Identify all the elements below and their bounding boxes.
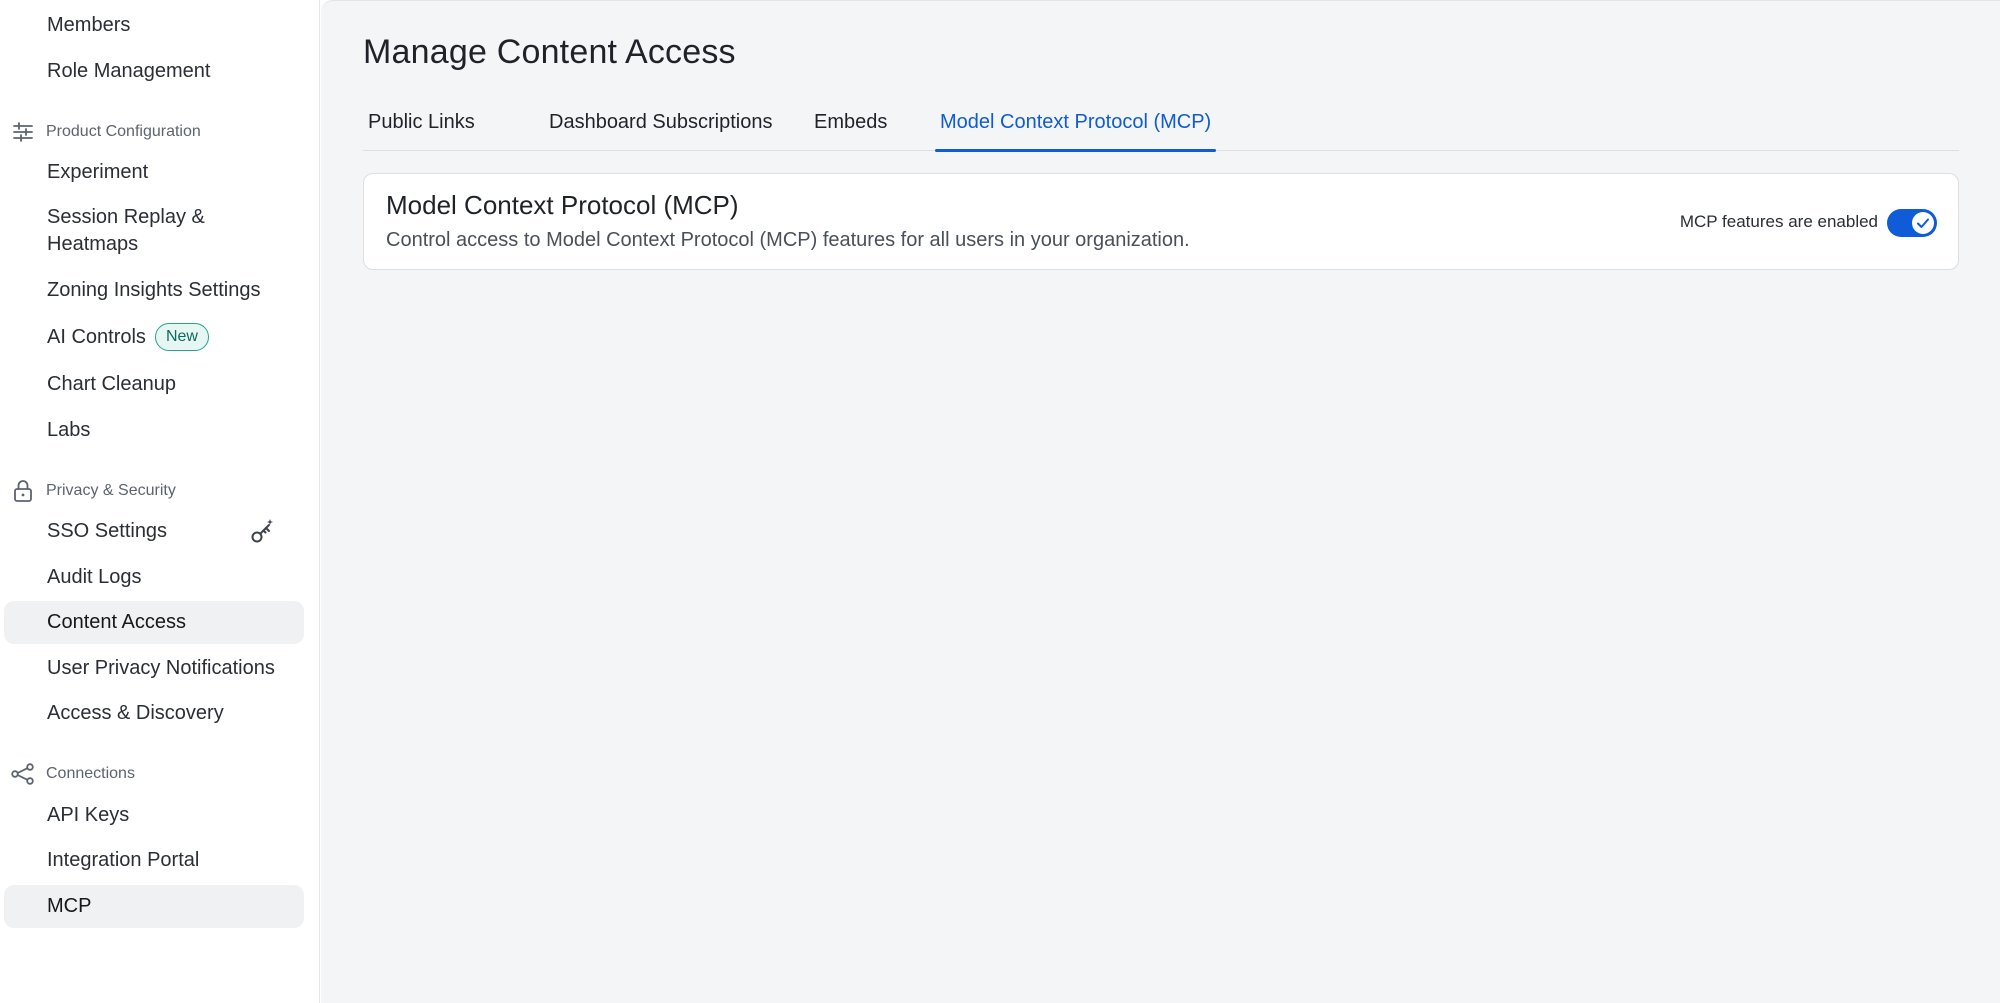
section-header-connections: Connections [0,760,300,788]
main-content: Manage Content Access Public Links Dashb… [321,0,2000,1003]
sidebar-item-label: Audit Logs [47,565,142,588]
sidebar-item-zoning-insights-settings[interactable]: Zoning Insights Settings [4,273,304,307]
sidebar-item-content-access[interactable]: Content Access [4,601,304,644]
sidebar-item-members[interactable]: Members [4,8,304,42]
card-title: Model Context Protocol (MCP) [386,190,739,220]
tab-model-context-protocol[interactable]: Model Context Protocol (MCP) [934,101,1217,152]
sidebar-item-label: Access & Discovery [47,701,224,724]
mcp-settings-card: Model Context Protocol (MCP) Control acc… [363,173,1959,270]
sidebar-item-label: Zoning Insights Settings [47,278,261,301]
new-badge: New [154,323,209,351]
sidebar: Members Role Management Product Configur… [0,0,320,1003]
sidebar-item-integration-portal[interactable]: Integration Portal [4,843,304,877]
sidebar-item-labs[interactable]: Labs [4,413,304,447]
sidebar-item-user-privacy-notifications[interactable]: User Privacy Notifications [4,651,304,685]
sidebar-item-label: SSO Settings [47,519,168,542]
sidebar-item-label: Experiment [47,160,149,183]
sidebar-item-label: Members [47,13,131,36]
lock-icon [0,479,46,503]
sliders-icon [0,122,46,142]
sidebar-item-ai-controls[interactable]: AI Controls New [4,320,304,354]
sidebar-item-label: AI Controls [47,325,146,348]
section-header-privacy-security: Privacy & Security [0,477,300,505]
section-title: Connections [46,765,135,782]
sidebar-item-session-replay-heatmaps[interactable]: Session Replay & Heatmaps [4,204,304,260]
tab-label: Public Links [368,111,475,133]
page-title: Manage Content Access [363,33,736,71]
tab-label: Dashboard Subscriptions [549,111,773,133]
sidebar-item-sso-settings[interactable]: SSO Settings [4,514,304,548]
sidebar-item-label: Role Management [47,59,211,82]
sidebar-item-audit-logs[interactable]: Audit Logs [4,560,304,594]
sidebar-item-mcp[interactable]: MCP [4,885,304,928]
tab-label: Embeds [814,111,888,133]
section-header-product-configuration: Product Configuration [0,118,300,146]
sidebar-item-label: Labs [47,418,91,441]
sidebar-item-label: Content Access [47,611,186,633]
key-sparkle-icon [250,518,276,544]
sidebar-item-access-discovery[interactable]: Access & Discovery [4,696,304,730]
toggle-label: MCP features are enabled [1679,212,1878,231]
sidebar-item-label: MCP [47,895,92,917]
sidebar-item-label: Integration Portal [47,848,200,871]
check-icon [1912,212,1934,234]
sidebar-item-label: Heatmaps [47,233,139,255]
sidebar-item-role-management[interactable]: Role Management [4,54,304,88]
mcp-enabled-toggle[interactable] [1887,209,1937,237]
tab-embeds[interactable]: Embeds [814,101,887,151]
sidebar-item-label: User Privacy Notifications [47,656,275,679]
tab-dashboard-subscriptions[interactable]: Dashboard Subscriptions [549,101,772,151]
sidebar-item-label: Chart Cleanup [47,372,176,395]
section-title: Privacy & Security [46,482,176,499]
section-title: Product Configuration [46,123,201,140]
sidebar-item-experiment[interactable]: Experiment [4,155,304,189]
sidebar-item-label: API Keys [47,803,130,826]
card-description: Control access to Model Context Protocol… [386,229,1190,251]
tab-bar: Public Links Dashboard Subscriptions Emb… [363,101,1959,152]
connections-icon [0,763,46,785]
sidebar-item-label: Session Replay & [47,206,205,228]
tab-public-links[interactable]: Public Links [368,101,475,151]
tab-label: Model Context Protocol (MCP) [940,111,1212,133]
sidebar-item-chart-cleanup[interactable]: Chart Cleanup [4,367,304,401]
sidebar-item-api-keys[interactable]: API Keys [4,798,304,832]
